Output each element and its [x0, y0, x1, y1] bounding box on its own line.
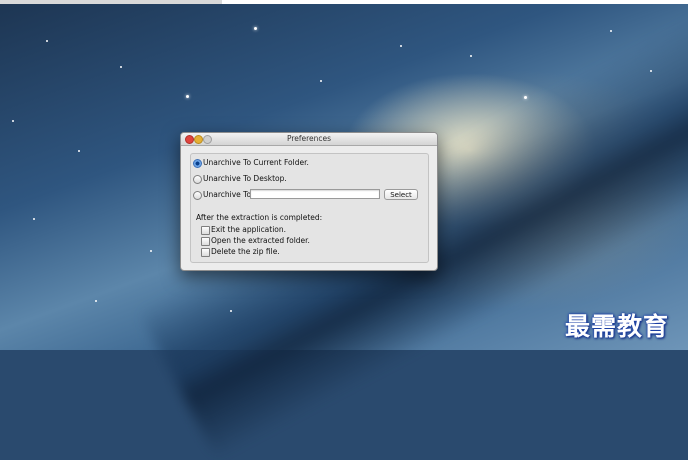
after-extraction-heading: After the extraction is completed: — [196, 213, 323, 222]
preferences-panel: Unarchive To Current Folder. Unarchive T… — [190, 153, 429, 263]
star — [95, 300, 97, 302]
checkbox-open-folder-label[interactable]: Open the extracted folder. — [211, 236, 310, 245]
top-strip-left — [0, 0, 222, 4]
checkbox-exit-application[interactable] — [201, 226, 210, 235]
star — [320, 80, 322, 82]
preferences-window: Preferences Unarchive To Current Folder.… — [180, 132, 438, 271]
star — [120, 66, 122, 68]
select-button[interactable]: Select — [384, 189, 418, 200]
checkbox-delete-zip-label[interactable]: Delete the zip file. — [211, 247, 280, 256]
radio-unarchive-to[interactable] — [193, 191, 202, 200]
radio-current-folder-label[interactable]: Unarchive To Current Folder. — [203, 158, 309, 167]
radio-desktop[interactable] — [193, 175, 202, 184]
star — [46, 40, 48, 42]
radio-unarchive-to-label[interactable]: Unarchive To: — [203, 190, 254, 199]
star — [254, 27, 257, 30]
radio-desktop-label[interactable]: Unarchive To Desktop. — [203, 174, 287, 183]
radio-current-folder[interactable] — [193, 159, 202, 168]
star — [610, 30, 612, 32]
star — [186, 95, 189, 98]
window-titlebar[interactable]: Preferences — [181, 133, 437, 146]
checkbox-open-folder[interactable] — [201, 237, 210, 246]
star — [400, 45, 402, 47]
star — [650, 70, 652, 72]
destination-path-field[interactable] — [250, 189, 380, 199]
watermark-logo: 最需教育 — [565, 312, 670, 341]
star — [230, 310, 232, 312]
star — [524, 96, 527, 99]
star — [12, 120, 14, 122]
star — [33, 218, 35, 220]
window-title: Preferences — [286, 134, 332, 143]
star — [150, 250, 152, 252]
checkbox-exit-application-label[interactable]: Exit the application. — [211, 225, 286, 234]
star — [470, 55, 472, 57]
star — [78, 150, 80, 152]
checkbox-delete-zip[interactable] — [201, 248, 210, 257]
